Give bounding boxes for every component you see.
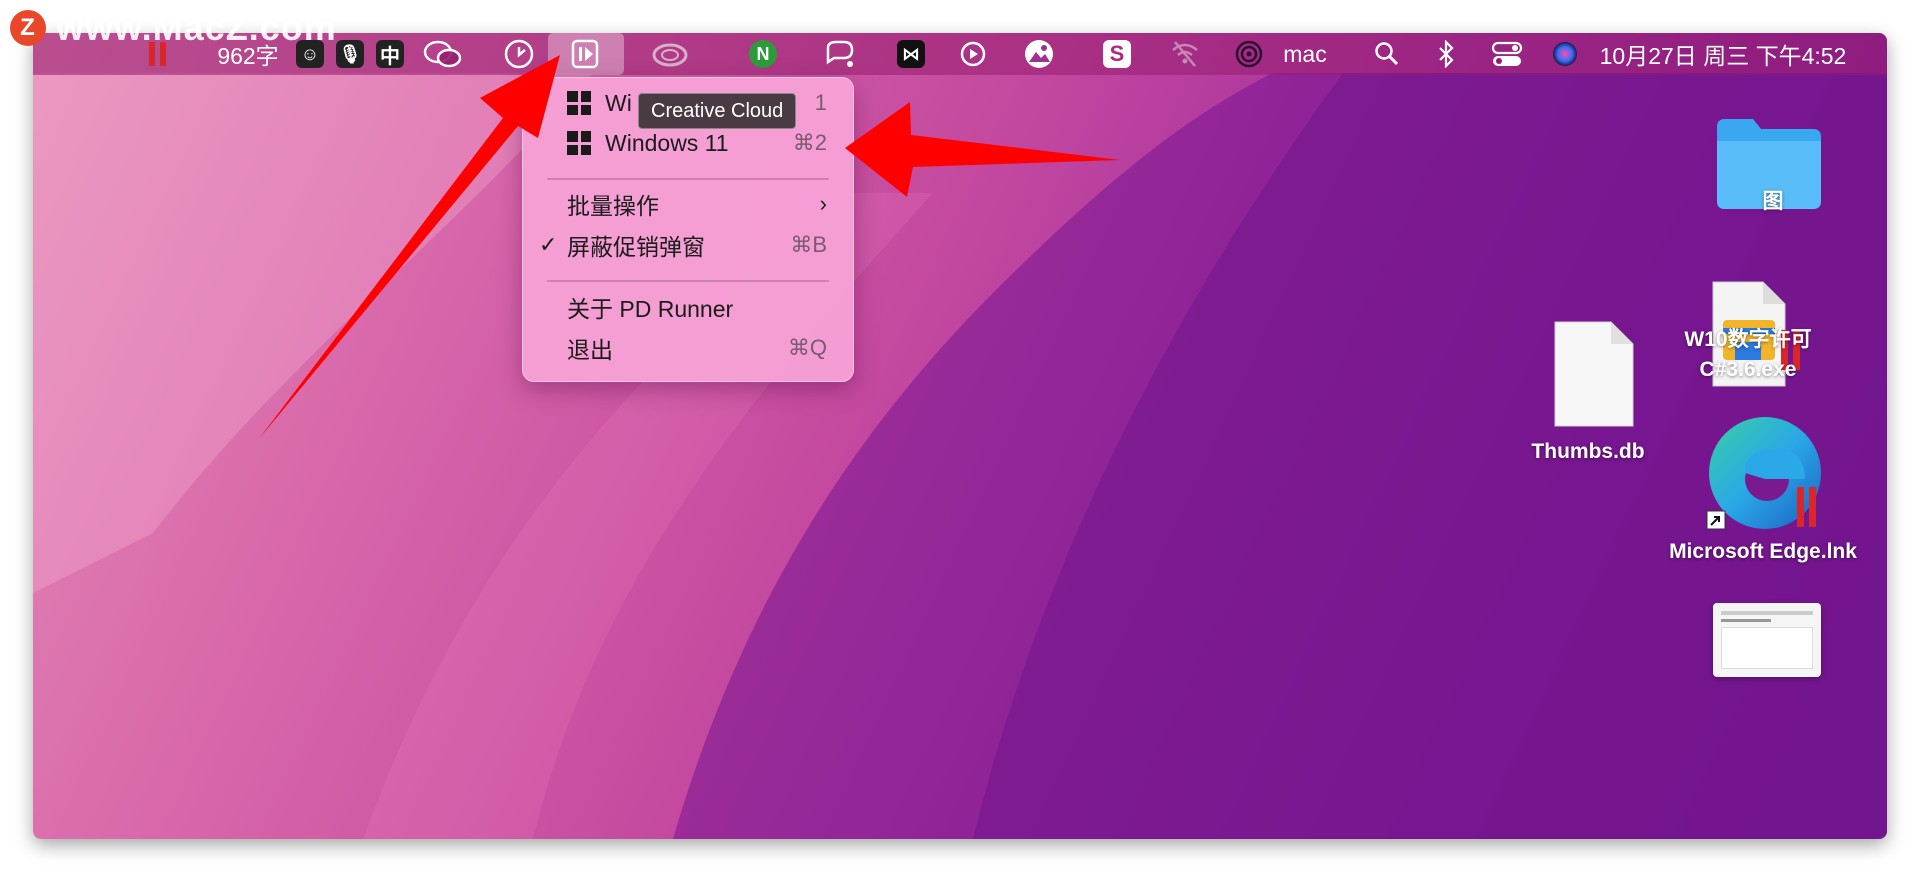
arrow-to-windows-11: [845, 102, 1120, 197]
arrow-to-menubar-icon: [258, 55, 560, 440]
macz-logo: Z: [10, 10, 46, 46]
watermark-text: www.MacZ.com: [56, 7, 337, 48]
annotation-arrows: [258, 55, 1120, 440]
watermark: Z www.MacZ.com: [0, 0, 337, 56]
